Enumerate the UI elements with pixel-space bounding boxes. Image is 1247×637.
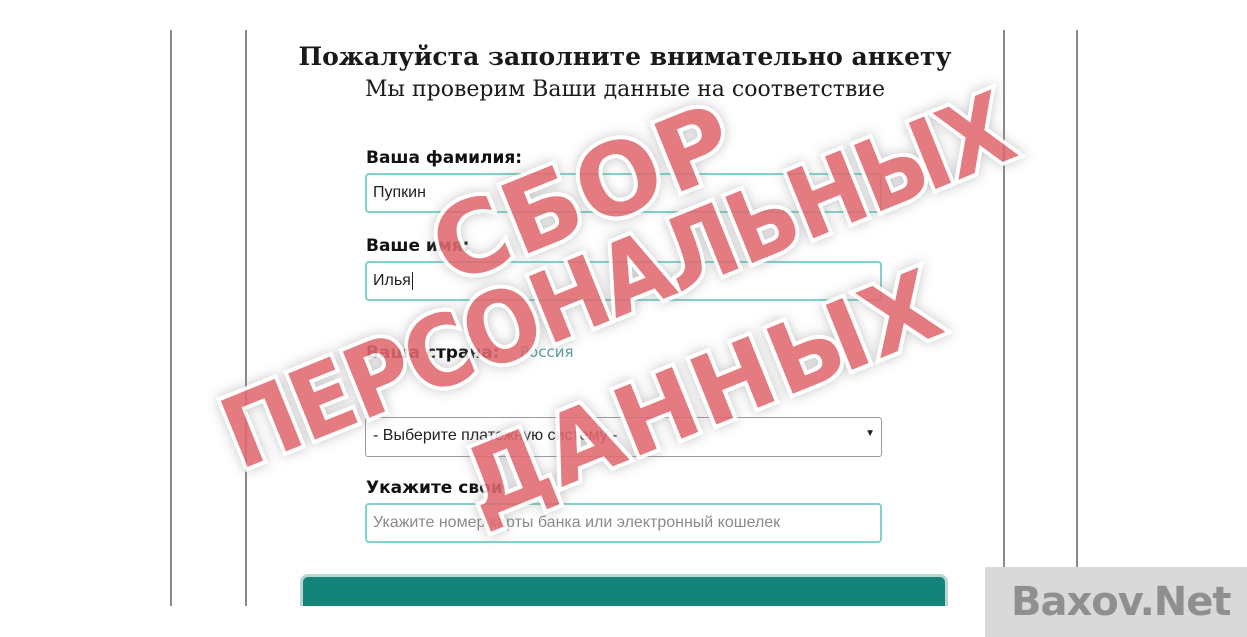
dropdown-caret-icon: ▼ [865, 428, 875, 439]
name-value: Илья [373, 272, 411, 290]
name-label: Ваше имя: [366, 236, 470, 256]
surname-field[interactable]: Пупкин [365, 173, 882, 213]
left-outer-border [170, 30, 172, 606]
page-subtitle: Мы проверим Ваши данные на соответствие [364, 77, 886, 102]
payment-system-select[interactable]: - Выберите платежную систему - ▼ [365, 417, 882, 457]
surname-label: Ваша фамилия: [366, 148, 523, 168]
page-title: Пожалуйста заполните внимательно анкету [298, 42, 952, 71]
payment-select-value: - Выберите платежную систему - [373, 427, 618, 444]
country-value: Россия [520, 343, 574, 361]
text-cursor [411, 272, 413, 290]
form-panel: Пожалуйста заполните внимательно анкету … [245, 0, 1005, 624]
details-label: Укажите свои [366, 478, 503, 498]
card-number-placeholder: Укажите номер карты банка или электронны… [373, 514, 781, 531]
right-outer-border [1076, 30, 1078, 606]
watermark-text: Baxov.Net [1011, 579, 1231, 625]
card-number-input[interactable]: Укажите номер карты банка или электронны… [365, 503, 882, 543]
site-watermark: Baxov.Net [985, 567, 1247, 637]
country-label: Ваша страна: [366, 343, 500, 363]
surname-value: Пупкин [373, 184, 426, 201]
name-field[interactable]: Илья [365, 261, 882, 301]
